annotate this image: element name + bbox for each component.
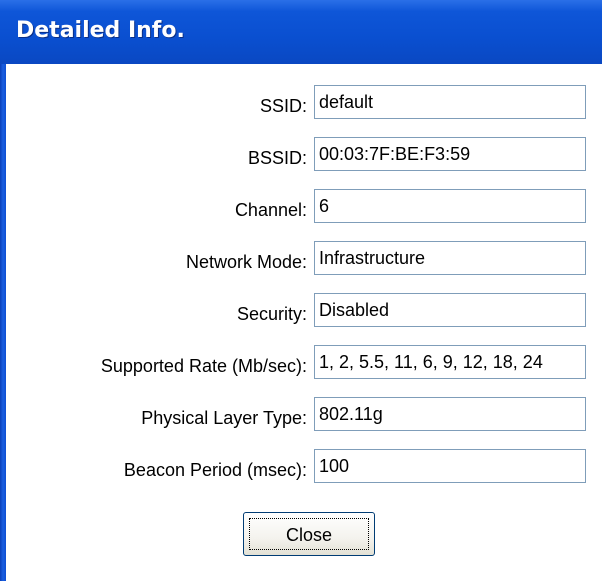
ssid-value: default <box>319 92 374 112</box>
bssid-label: BSSID: <box>247 148 307 168</box>
channel-label: Channel: <box>234 200 307 220</box>
title-bar[interactable]: Detailed Info. <box>0 0 602 64</box>
security-field[interactable]: Disabled <box>314 293 586 327</box>
network-mode-value: Infrastructure <box>319 248 426 268</box>
dialog-content: SSID: default BSSID: 00:03:7F:BE:F3:59 C… <box>6 64 602 581</box>
network-mode-field[interactable]: Infrastructure <box>314 241 586 275</box>
channel-value: 6 <box>319 196 330 216</box>
security-label: Security: <box>236 304 307 324</box>
beacon-period-label: Beacon Period (msec): <box>123 460 307 480</box>
physical-layer-type-value: 802.11g <box>319 404 383 424</box>
supported-rate-field[interactable]: 1, 2, 5.5, 11, 6, 9, 12, 18, 24 <box>314 345 586 379</box>
close-button[interactable]: Close <box>243 512 375 556</box>
supported-rate-label: Supported Rate (Mb/sec): <box>100 356 307 376</box>
security-value: Disabled <box>319 300 390 320</box>
ssid-field[interactable]: default <box>314 85 586 119</box>
detailed-info-dialog: Detailed Info. SSID: default BSSID: 00:0… <box>0 0 602 581</box>
close-button-label: Close <box>285 525 333 545</box>
network-mode-label: Network Mode: <box>185 252 307 272</box>
supported-rate-value: 1, 2, 5.5, 11, 6, 9, 12, 18, 24 <box>319 352 543 372</box>
beacon-period-value: 100 <box>319 456 350 476</box>
physical-layer-type-label: Physical Layer Type: <box>141 408 307 428</box>
channel-field[interactable]: 6 <box>314 189 586 223</box>
bssid-field[interactable]: 00:03:7F:BE:F3:59 <box>314 137 586 171</box>
beacon-period-field[interactable]: 100 <box>314 449 586 483</box>
ssid-label: SSID: <box>259 96 307 116</box>
dialog-title: Detailed Info. <box>16 18 185 43</box>
bssid-value: 00:03:7F:BE:F3:59 <box>319 144 471 164</box>
physical-layer-type-field[interactable]: 802.11g <box>314 397 586 431</box>
